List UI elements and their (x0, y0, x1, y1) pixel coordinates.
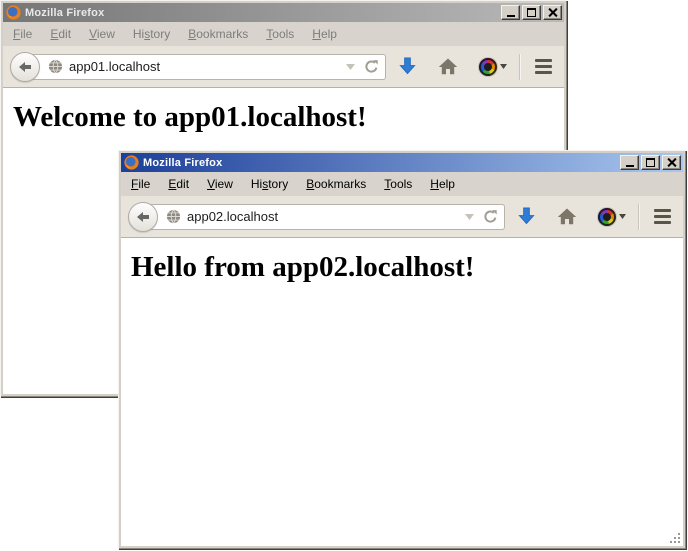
firefox-window-app02: Mozilla Firefox File Edit View History B… (118, 150, 686, 549)
chevron-down-icon (500, 64, 507, 69)
toolbar-separator (519, 54, 520, 80)
menu-item-history[interactable]: History (124, 24, 179, 44)
close-button[interactable] (543, 5, 562, 20)
page-content-app02: Hello from app02.localhost! (121, 238, 683, 546)
addon-button[interactable] (479, 58, 497, 76)
desktop: Mozilla Firefox File Edit View History B… (0, 0, 688, 551)
menu-item-help[interactable]: Help (421, 174, 464, 194)
menu-bar: File Edit View History Bookmarks Tools H… (121, 172, 683, 196)
home-button[interactable] (438, 58, 458, 75)
maximize-button[interactable] (522, 5, 541, 20)
globe-icon[interactable] (48, 59, 63, 74)
close-icon (667, 158, 676, 167)
menu-bar: File Edit View History Bookmarks Tools H… (3, 22, 564, 46)
firefox-icon (6, 5, 21, 20)
toolbar-separator (638, 204, 639, 230)
url-text[interactable]: app01.localhost (69, 59, 342, 74)
url-dropdown-button[interactable] (465, 214, 474, 220)
titlebar[interactable]: Mozilla Firefox (121, 153, 683, 172)
page-heading: Welcome to app01.localhost! (13, 101, 564, 134)
maximize-icon (646, 158, 655, 167)
menu-item-edit[interactable]: Edit (159, 174, 198, 194)
navigation-toolbar: app01.localhost (3, 46, 564, 88)
downloads-button[interactable] (399, 57, 416, 76)
firefox-icon (124, 155, 139, 170)
addon-dropdown-button[interactable] (500, 64, 507, 69)
color-wheel-icon (479, 58, 497, 76)
minimize-icon (626, 165, 634, 167)
navigation-toolbar: app02.localhost (121, 196, 683, 238)
hamburger-icon (535, 59, 552, 62)
maximize-button[interactable] (641, 155, 660, 170)
addon-button[interactable] (598, 208, 616, 226)
reload-icon (364, 59, 379, 74)
chevron-down-icon (619, 214, 626, 219)
page-heading: Hello from app02.localhost! (131, 251, 683, 284)
window-controls (501, 5, 562, 20)
back-button[interactable] (128, 202, 158, 232)
menu-item-bookmarks[interactable]: Bookmarks (297, 174, 375, 194)
menu-item-bookmarks[interactable]: Bookmarks (179, 24, 257, 44)
close-button[interactable] (662, 155, 681, 170)
minimize-button[interactable] (620, 155, 639, 170)
menu-item-view[interactable]: View (198, 174, 242, 194)
resize-grip[interactable] (668, 531, 681, 544)
menu-item-file[interactable]: File (4, 24, 41, 44)
url-bar[interactable]: app02.localhost (149, 204, 505, 230)
globe-icon[interactable] (166, 209, 181, 224)
download-icon (399, 57, 416, 76)
menu-item-view[interactable]: View (80, 24, 124, 44)
addon-dropdown-button[interactable] (619, 214, 626, 219)
reload-button[interactable] (483, 209, 498, 224)
titlebar[interactable]: Mozilla Firefox (3, 3, 564, 22)
downloads-button[interactable] (518, 207, 535, 226)
home-icon (557, 208, 577, 225)
chevron-down-icon (346, 64, 355, 70)
color-wheel-icon (598, 208, 616, 226)
reload-button[interactable] (364, 59, 379, 74)
menu-item-edit[interactable]: Edit (41, 24, 80, 44)
home-icon (438, 58, 458, 75)
menu-item-tools[interactable]: Tools (257, 24, 303, 44)
maximize-icon (527, 8, 536, 17)
menu-item-file[interactable]: File (122, 174, 159, 194)
minimize-icon (507, 15, 515, 17)
menu-item-help[interactable]: Help (303, 24, 346, 44)
back-arrow-icon (136, 211, 150, 223)
url-bar[interactable]: app01.localhost (31, 54, 386, 80)
menu-panel-button[interactable] (535, 59, 552, 74)
close-icon (548, 8, 557, 17)
menu-item-tools[interactable]: Tools (375, 174, 421, 194)
menu-item-history[interactable]: History (242, 174, 297, 194)
window-controls (620, 155, 681, 170)
minimize-button[interactable] (501, 5, 520, 20)
chevron-down-icon (465, 214, 474, 220)
window-title: Mozilla Firefox (143, 157, 620, 169)
reload-icon (483, 209, 498, 224)
download-icon (518, 207, 535, 226)
window-title: Mozilla Firefox (25, 7, 501, 19)
back-button[interactable] (10, 52, 40, 82)
url-dropdown-button[interactable] (346, 64, 355, 70)
back-arrow-icon (18, 61, 32, 73)
url-text[interactable]: app02.localhost (187, 209, 461, 224)
menu-panel-button[interactable] (654, 209, 671, 224)
home-button[interactable] (557, 208, 577, 225)
hamburger-icon (654, 209, 671, 212)
